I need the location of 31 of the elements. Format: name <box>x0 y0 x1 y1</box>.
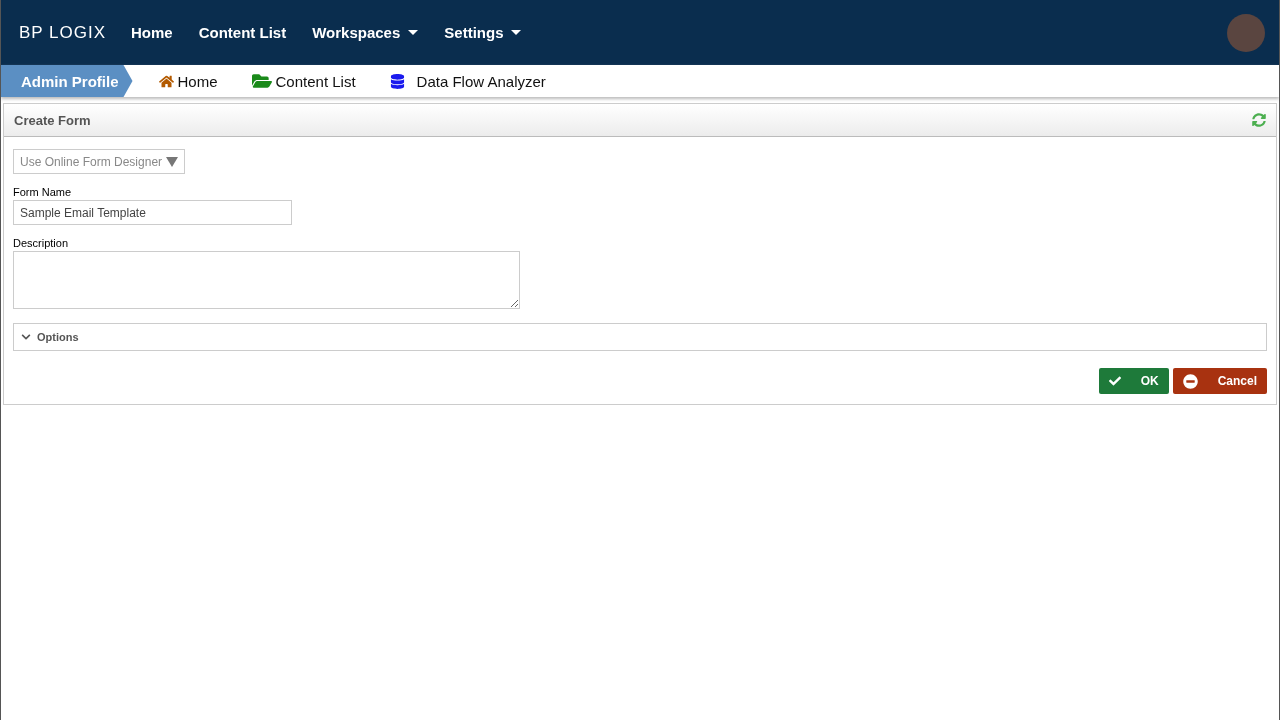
cancel-button[interactable]: Cancel <box>1172 368 1267 394</box>
breadcrumb-label: Data Flow Analyzer <box>416 72 546 90</box>
text-field[interactable]: Sample Email Template <box>13 200 292 225</box>
breadcrumb-label: Admin Profile <box>21 72 119 90</box>
designer-select[interactable]: Use Online Form Designer <box>13 149 185 174</box>
ok-button[interactable]: OK <box>1098 368 1169 394</box>
breadcrumb-label: Content List <box>275 72 356 90</box>
nav-link[interactable]: Home <box>131 24 173 41</box>
triangle-icon <box>166 156 178 167</box>
database-icon <box>389 73 405 89</box>
description-field[interactable] <box>13 251 520 309</box>
breadcrumb-label: Home <box>177 72 218 90</box>
field-label: Description <box>13 237 70 249</box>
chevron-icon <box>21 332 31 342</box>
breadcrumb-item[interactable]: Data Flow Analyzer <box>389 65 546 97</box>
folder-icon <box>251 71 272 91</box>
breadcrumb-item[interactable]: Content List <box>251 65 356 97</box>
caret-icon <box>511 30 522 35</box>
refresh-icon[interactable] <box>1252 113 1266 127</box>
logo: BP LOGIX <box>19 22 108 43</box>
panel-title: Create Form <box>14 112 91 128</box>
field-label: Form Name <box>13 186 73 198</box>
avatar[interactable] <box>1227 13 1265 52</box>
options-toggle[interactable]: Options <box>13 323 1267 351</box>
home-icon <box>158 73 174 89</box>
nav-link[interactable]: Workspaces <box>312 24 419 41</box>
nav-link[interactable]: Settings <box>444 24 522 41</box>
breadcrumb-item[interactable]: Home <box>158 65 218 97</box>
nav-link[interactable]: Content List <box>198 24 287 41</box>
caret-icon <box>408 30 419 35</box>
check-icon <box>1108 375 1121 387</box>
